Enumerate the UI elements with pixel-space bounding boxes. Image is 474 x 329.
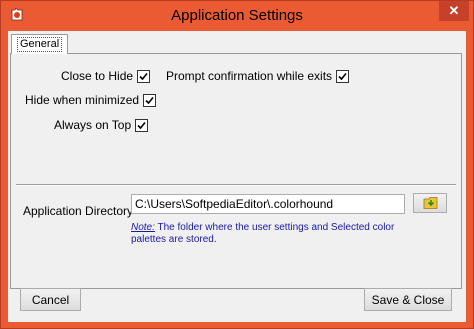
- settings-window: Application Settings ✕ General Close to …: [0, 0, 474, 329]
- browse-folder-button[interactable]: [413, 193, 447, 213]
- close-button[interactable]: ✕: [439, 1, 469, 21]
- option-close-to-hide: Close to Hide: [61, 69, 151, 83]
- window-title: Application Settings: [171, 7, 303, 24]
- note-label: Note:: [131, 222, 155, 233]
- section-divider: [16, 184, 456, 186]
- always-on-top-checkbox[interactable]: [135, 118, 149, 132]
- cancel-button[interactable]: Cancel: [20, 288, 81, 311]
- option-hide-when-minimized: Hide when minimized: [25, 93, 157, 107]
- option-prompt-confirmation: Prompt confirmation while exits: [166, 69, 350, 83]
- app-directory-label: Application Directory: [23, 204, 134, 218]
- note-text: The folder where the user settings and S…: [131, 222, 395, 245]
- checkmark-icon: [338, 72, 347, 80]
- checkmark-icon: [139, 72, 148, 80]
- prompt-confirmation-label: Prompt confirmation while exits: [166, 69, 333, 83]
- close-to-hide-checkbox[interactable]: [137, 69, 151, 83]
- general-tab-panel: Close to Hide Prompt confirmation while …: [10, 53, 462, 289]
- app-directory-input[interactable]: [131, 194, 405, 214]
- option-always-on-top: Always on Top: [54, 118, 149, 132]
- prompt-confirmation-checkbox[interactable]: [336, 69, 350, 83]
- checkmark-icon: [137, 121, 146, 129]
- save-close-button[interactable]: Save & Close: [364, 288, 452, 311]
- close-to-hide-label: Close to Hide: [61, 69, 134, 83]
- folder-browse-icon: [423, 197, 438, 209]
- title-bar[interactable]: Application Settings ✕: [1, 1, 473, 31]
- hide-when-minimized-label: Hide when minimized: [25, 93, 140, 107]
- always-on-top-label: Always on Top: [54, 118, 132, 132]
- tab-general[interactable]: General: [11, 34, 69, 54]
- tab-general-label: General: [17, 37, 63, 52]
- directory-note: Note: The folder where the user settings…: [131, 222, 401, 246]
- client-area: General Close to Hide Prompt confirmatio…: [8, 31, 466, 322]
- checkmark-icon: [145, 96, 154, 104]
- hide-when-minimized-checkbox[interactable]: [143, 93, 157, 107]
